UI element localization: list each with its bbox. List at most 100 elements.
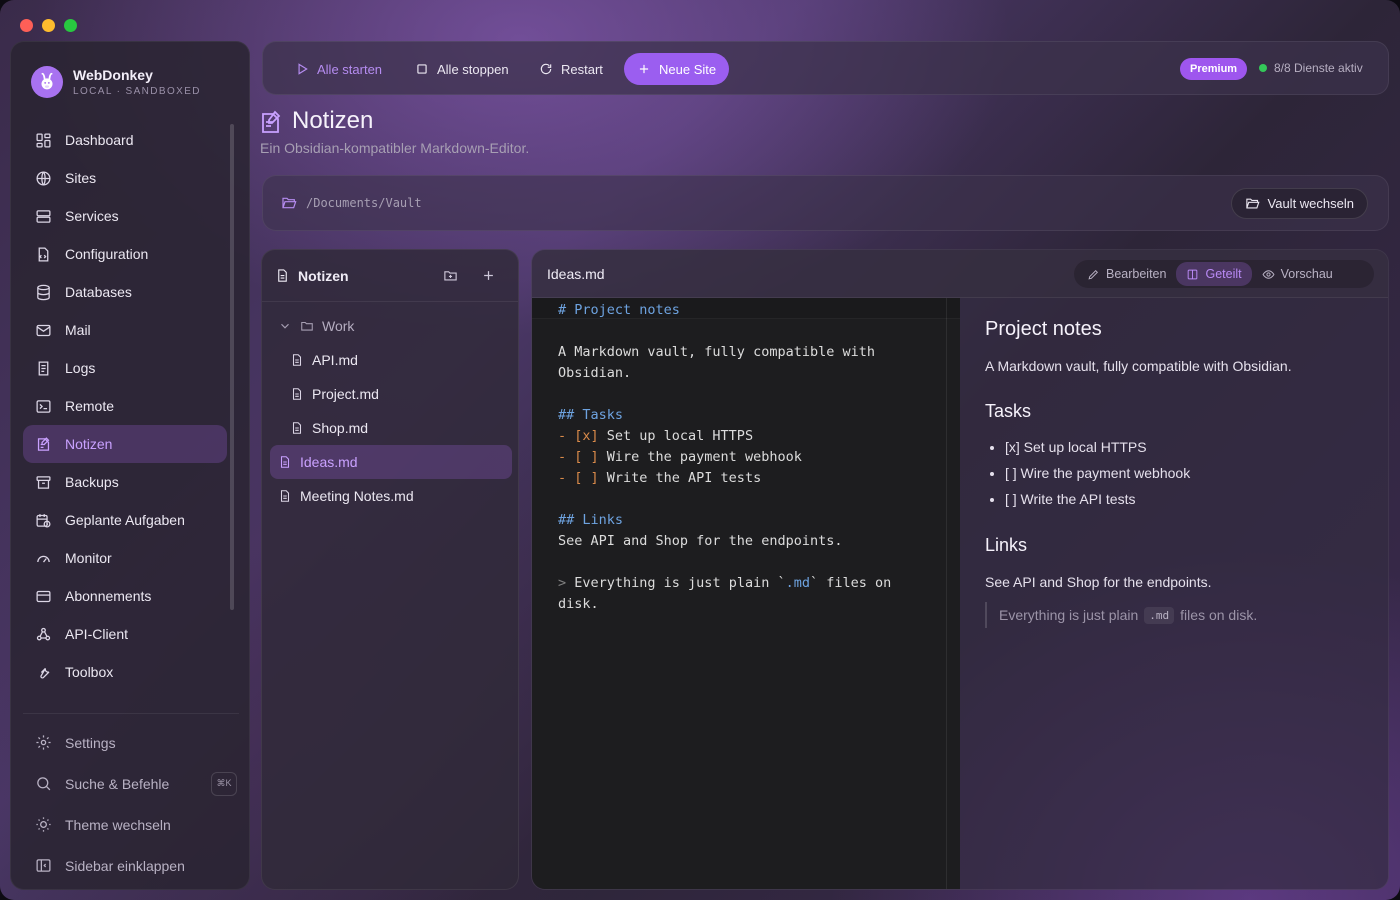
open-file-name: Ideas.md: [547, 266, 605, 282]
archive-icon: [36, 475, 51, 489]
switch-vault-button[interactable]: Vault wechseln: [1230, 188, 1368, 219]
preview-task-item: [ ] Write the API tests: [1005, 486, 1190, 512]
file-item[interactable]: Meeting Notes.md: [270, 479, 512, 513]
file-label: Project.md: [312, 386, 379, 402]
editor-panel: Ideas.md Bearbeiten Geteilt Vorschau # P…: [531, 249, 1389, 890]
file-item[interactable]: API.md: [270, 343, 512, 377]
switch-vault-label: Vault wechseln: [1267, 196, 1354, 211]
file-text-icon: [292, 388, 302, 400]
sidebar-item-label: Mail: [65, 322, 91, 338]
shortcut-badge: ⌘K: [211, 771, 237, 796]
file-item[interactable]: Shop.md: [270, 411, 512, 445]
theme-toggle-button[interactable]: Theme wechseln: [23, 804, 239, 845]
file-item-active[interactable]: Ideas.md: [270, 445, 512, 479]
start-all-button[interactable]: Alle starten: [283, 53, 394, 85]
mode-preview-button[interactable]: Vorschau: [1252, 262, 1343, 286]
collapse-sidebar-button[interactable]: Sidebar einklappen: [23, 845, 239, 886]
sidebar-item-remote[interactable]: Remote: [23, 387, 227, 425]
sidebar-item-dashboard[interactable]: Dashboard: [23, 121, 227, 159]
gauge-icon: [37, 555, 50, 562]
mode-label: Bearbeiten: [1106, 267, 1167, 281]
premium-badge[interactable]: Premium: [1180, 58, 1248, 80]
sidebar-scrollbar[interactable]: [230, 124, 234, 610]
close-window-button[interactable]: [20, 19, 33, 32]
plus-icon: [639, 64, 649, 74]
sidebar-item-toolbox[interactable]: Toolbox: [23, 653, 227, 691]
minimize-window-button[interactable]: [42, 19, 55, 32]
sidebar-item-abonnements[interactable]: Abonnements: [23, 577, 227, 615]
preview-paragraph: A Markdown vault, fully compatible with …: [985, 358, 1292, 374]
sidebar-item-logs[interactable]: Logs: [23, 349, 227, 387]
globe-icon: [36, 170, 51, 186]
mode-split-button[interactable]: Geteilt: [1176, 262, 1252, 286]
status-text: 8/8 Dienste aktiv: [1274, 61, 1363, 75]
mail-icon: [36, 324, 51, 336]
file-text-icon: [292, 354, 302, 366]
source-task-marker: - [x]: [558, 428, 599, 444]
preview-inline-code: .md: [1144, 606, 1175, 624]
sidebar-item-label: Notizen: [65, 436, 113, 452]
settings-button[interactable]: Settings: [23, 722, 239, 763]
chevron-down-icon: [281, 323, 289, 329]
source-line: A Markdown vault, fully compatible with: [558, 344, 875, 360]
preview-task-item: [ ] Wire the payment webhook: [1005, 460, 1190, 486]
search-label: Suche & Befehle: [65, 775, 170, 792]
markdown-source-editor[interactable]: # Project notes A Markdown vault, fully …: [532, 298, 960, 889]
sidebar-item-monitor[interactable]: Monitor: [23, 539, 227, 577]
new-folder-icon[interactable]: [443, 268, 458, 283]
sidebar-item-databases[interactable]: Databases: [23, 273, 227, 311]
sidebar-item-geplante-aufgaben[interactable]: Geplante Aufgaben: [23, 501, 227, 539]
play-icon: [298, 63, 308, 75]
source-line: Obsidian.: [558, 365, 632, 381]
sidebar-item-mail[interactable]: Mail: [23, 311, 227, 349]
search-commands-button[interactable]: Suche & Befehle ⌘K: [23, 763, 239, 804]
maximize-window-button[interactable]: [64, 19, 77, 32]
credit-card-icon: [36, 590, 51, 602]
sidebar-item-sites[interactable]: Sites: [23, 159, 227, 197]
sidebar-item-label: Monitor: [65, 550, 112, 566]
folder-open-icon: [1245, 198, 1260, 209]
sidebar-item-notizen[interactable]: Notizen: [23, 425, 227, 463]
file-tree-header: Notizen: [262, 250, 518, 302]
restart-button[interactable]: Restart: [527, 53, 615, 85]
file-label: API.md: [312, 352, 358, 368]
markdown-preview: Project notes A Markdown vault, fully co…: [960, 298, 1388, 889]
refresh-icon: [540, 63, 552, 75]
preview-paragraph: See API and Shop for the endpoints.: [985, 574, 1212, 590]
markdown-source-text[interactable]: # Project notes A Markdown vault, fully …: [558, 300, 891, 615]
file-label: Shop.md: [312, 420, 369, 436]
preview-quote-text: files on disk.: [1180, 607, 1258, 623]
theme-label: Theme wechseln: [65, 816, 171, 833]
top-toolbar: Alle starten Alle stoppen Restart Neue S…: [262, 41, 1389, 95]
mode-edit-button[interactable]: Bearbeiten: [1077, 262, 1176, 286]
source-line: Everything is just plain `: [566, 575, 786, 591]
sidebar-item-label: Backups: [65, 474, 119, 490]
folder-work[interactable]: Work: [270, 309, 512, 343]
sidebar-item-label: Abonnements: [65, 588, 152, 604]
stop-all-button[interactable]: Alle stoppen: [403, 53, 521, 85]
new-note-plus-icon[interactable]: [481, 268, 496, 283]
file-item[interactable]: Project.md: [270, 377, 512, 411]
new-site-button[interactable]: Neue Site: [624, 53, 730, 85]
sidebar-item-label: API-Client: [65, 626, 129, 642]
preview-heading-tasks: Tasks: [985, 401, 1032, 421]
sidebar-item-api-client[interactable]: API-Client: [23, 615, 227, 653]
gear-icon: [36, 735, 51, 750]
webhook-icon: [36, 627, 51, 640]
page-subtitle: Ein Obsidian-kompatibler Markdown-Editor…: [260, 140, 530, 156]
sidebar-item-backups[interactable]: Backups: [23, 463, 227, 501]
sidebar-item-label: Toolbox: [65, 664, 114, 680]
source-heading: ## Tasks: [558, 407, 624, 423]
file-text-icon: [292, 422, 302, 434]
donkey-logo-icon: [31, 66, 63, 98]
brand[interactable]: WebDonkey LOCAL · SANDBOXED: [31, 66, 201, 98]
collapse-label: Sidebar einklappen: [65, 857, 185, 874]
file-label: Meeting Notes.md: [300, 488, 414, 504]
folder-label: Work: [322, 318, 355, 334]
source-line: disk.: [558, 596, 599, 612]
vault-path: /Documents/Vault: [281, 195, 422, 211]
sidebar-item-label: Configuration: [65, 246, 149, 262]
sidebar-item-services[interactable]: Services: [23, 197, 227, 235]
vault-bar: /Documents/Vault Vault wechseln: [262, 175, 1389, 231]
sidebar-item-configuration[interactable]: Configuration: [23, 235, 227, 273]
